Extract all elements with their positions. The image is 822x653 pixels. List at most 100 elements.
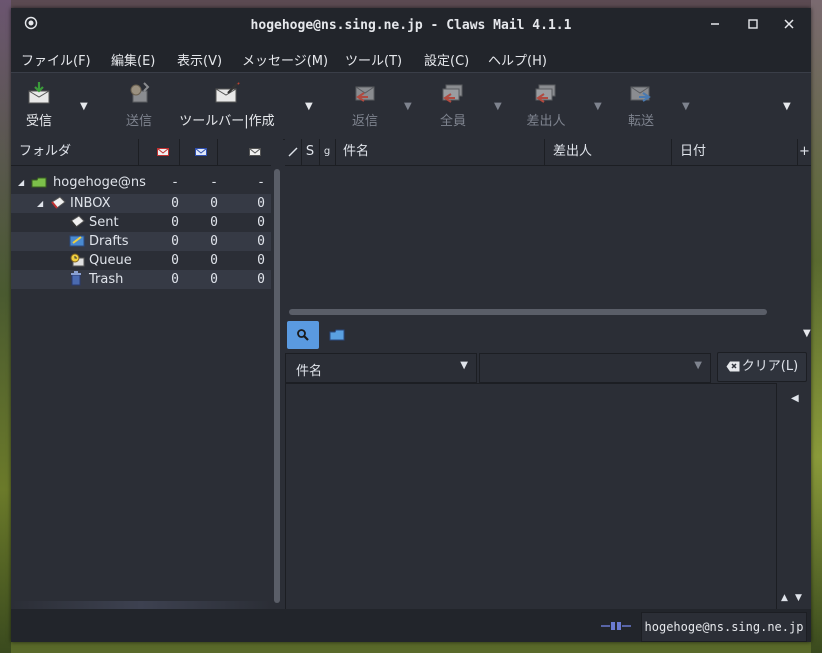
desktop-background-right [811, 0, 822, 653]
search-type-select[interactable]: 件名 ▼ [285, 353, 477, 383]
unread-count: 0 [210, 196, 218, 211]
folder-pane: フォルダ ◢ hogehoge@ns - - - ◢ INBOX 0 0 0 S… [11, 139, 283, 609]
reply-sender-dropdown-icon[interactable]: ▼ [594, 101, 602, 112]
title-bar[interactable]: hogehoge@ns.sing.ne.jp - Claws Mail 4.1.… [11, 8, 811, 44]
new-mail-icon [157, 148, 169, 156]
sent-icon [70, 215, 85, 228]
window-title: hogehoge@ns.sing.ne.jp - Claws Mail 4.1.… [250, 18, 572, 33]
total-count: 0 [257, 253, 265, 268]
forward-icon [630, 86, 651, 102]
folder-row-queue[interactable]: Queue 0 0 0 [11, 251, 271, 270]
minimize-icon[interactable] [705, 16, 725, 36]
drafts-icon [69, 235, 85, 247]
trash-icon [71, 271, 81, 286]
status-column-header[interactable]: S [301, 139, 320, 165]
menu-view[interactable]: 表示(V) [177, 50, 222, 69]
reply-dropdown-icon[interactable]: ▼ [404, 101, 412, 112]
total-count: 0 [257, 215, 265, 230]
maximize-icon[interactable] [743, 16, 763, 36]
compose-button[interactable]: ツールバー|作成 [177, 81, 277, 129]
mark-column-header[interactable] [285, 139, 302, 165]
forward-dropdown-icon[interactable]: ▼ [682, 101, 690, 112]
subject-column-header[interactable]: 件名 [335, 139, 545, 165]
date-column-header[interactable]: 日付 [672, 139, 798, 165]
close-icon[interactable] [779, 16, 799, 36]
folder-row-sent[interactable]: Sent 0 0 0 [11, 213, 271, 232]
queue-icon [70, 253, 85, 267]
folder-row-drafts[interactable]: Drafts 0 0 0 [11, 232, 271, 251]
total-count: - [257, 175, 265, 190]
total-column-header[interactable] [217, 139, 271, 165]
account-status[interactable]: hogehoge@ns.sing.ne.jp [641, 612, 807, 642]
receive-button[interactable]: 受信 [19, 81, 59, 129]
attachment-column-header[interactable]: g [319, 139, 336, 165]
folder-row-account[interactable]: ◢ hogehoge@ns - - - [11, 173, 271, 192]
folder-scrollbar[interactable] [273, 139, 281, 609]
message-list[interactable]: S g 件名 差出人 日付 + [285, 139, 811, 319]
folder-row-inbox[interactable]: ◢ INBOX 0 0 0 [11, 194, 271, 213]
compose-dropdown-icon[interactable]: ▼ [305, 101, 313, 112]
unread-mail-icon [195, 148, 207, 156]
toolbar-overflow-icon[interactable]: ▼ [783, 101, 791, 112]
reply-all-label: 全員 [439, 114, 466, 129]
search-input[interactable]: ▼ [479, 353, 711, 383]
folder-row-trash[interactable]: Trash 0 0 0 [11, 270, 271, 289]
compose-icon [215, 82, 240, 103]
column-overflow-icon[interactable]: + [798, 139, 811, 165]
compose-label: ツールバー|作成 [179, 114, 275, 129]
reply-all-button[interactable]: 全員 [433, 81, 473, 129]
menu-help[interactable]: ヘルプ(H) [488, 50, 547, 69]
unread-column-header[interactable] [179, 139, 218, 165]
scroll-left-icon[interactable]: ◀ [791, 393, 799, 404]
status-bar: hogehoge@ns.sing.ne.jp [11, 609, 811, 642]
menu-tools[interactable]: ツール(T) [345, 50, 402, 69]
forward-label: 転送 [627, 114, 654, 129]
menu-bar: ファイル(F) 編集(E) 表示(V) メッセージ(M) ツール(T) 設定(C… [11, 44, 811, 72]
from-column-header[interactable]: 差出人 [545, 139, 672, 165]
online-status-icon[interactable] [601, 621, 631, 631]
search-tab[interactable] [287, 321, 319, 349]
clear-label: クリア(L) [741, 359, 799, 374]
reply-sender-label: 差出人 [526, 114, 566, 129]
quick-search-bar: ▼ 件名 ▼ ▼ クリア(L) [285, 319, 811, 383]
folder-pane-footer [11, 601, 271, 609]
new-column-header[interactable] [139, 139, 180, 165]
clear-button[interactable]: クリア(L) [717, 352, 807, 382]
receive-dropdown-icon[interactable]: ▼ [80, 101, 88, 112]
menu-message[interactable]: メッセージ(M) [242, 50, 328, 69]
folder-scrollbar-thumb[interactable] [274, 169, 280, 603]
folder-name: Sent [89, 215, 119, 230]
search-icon [297, 329, 309, 341]
unread-count: - [210, 175, 218, 190]
inbox-icon [51, 196, 66, 209]
send-button[interactable]: 送信 [119, 81, 159, 129]
collapse-arrow-icon[interactable]: ◢ [18, 173, 24, 192]
unread-count: 0 [210, 234, 218, 249]
new-count: 0 [171, 196, 179, 211]
folder-name: INBOX [70, 196, 111, 211]
total-count: 0 [257, 196, 265, 211]
message-list-header: S g 件名 差出人 日付 + [285, 139, 811, 166]
folder-column-header[interactable]: フォルダ [11, 139, 139, 165]
menu-edit[interactable]: 編集(E) [111, 50, 155, 69]
folder-search-tab[interactable] [321, 321, 353, 349]
pencil-icon [288, 147, 298, 157]
reply-sender-button[interactable]: 差出人 [521, 81, 571, 129]
new-count: 0 [171, 215, 179, 230]
scroll-down-icon[interactable]: ▼ [795, 593, 802, 603]
scroll-up-icon[interactable]: ▲ [781, 593, 788, 603]
message-view[interactable] [285, 383, 777, 611]
unread-count: 0 [210, 253, 218, 268]
menu-settings[interactable]: 設定(C) [424, 50, 469, 69]
message-list-hscrollbar[interactable] [289, 309, 767, 315]
message-view-scrollbar[interactable]: ◀ ▲ ▼ [777, 383, 807, 609]
reply-button[interactable]: 返信 [345, 81, 385, 129]
collapse-arrow-icon[interactable]: ◢ [37, 194, 43, 213]
reply-all-dropdown-icon[interactable]: ▼ [494, 101, 502, 112]
claws-mail-window: hogehoge@ns.sing.ne.jp - Claws Mail 4.1.… [11, 8, 811, 642]
chevron-down-icon[interactable]: ▼ [694, 360, 702, 371]
forward-button[interactable]: 転送 [621, 81, 661, 129]
menu-file[interactable]: ファイル(F) [21, 50, 91, 69]
backspace-icon [726, 361, 740, 372]
search-options-dropdown-icon[interactable]: ▼ [803, 328, 811, 339]
